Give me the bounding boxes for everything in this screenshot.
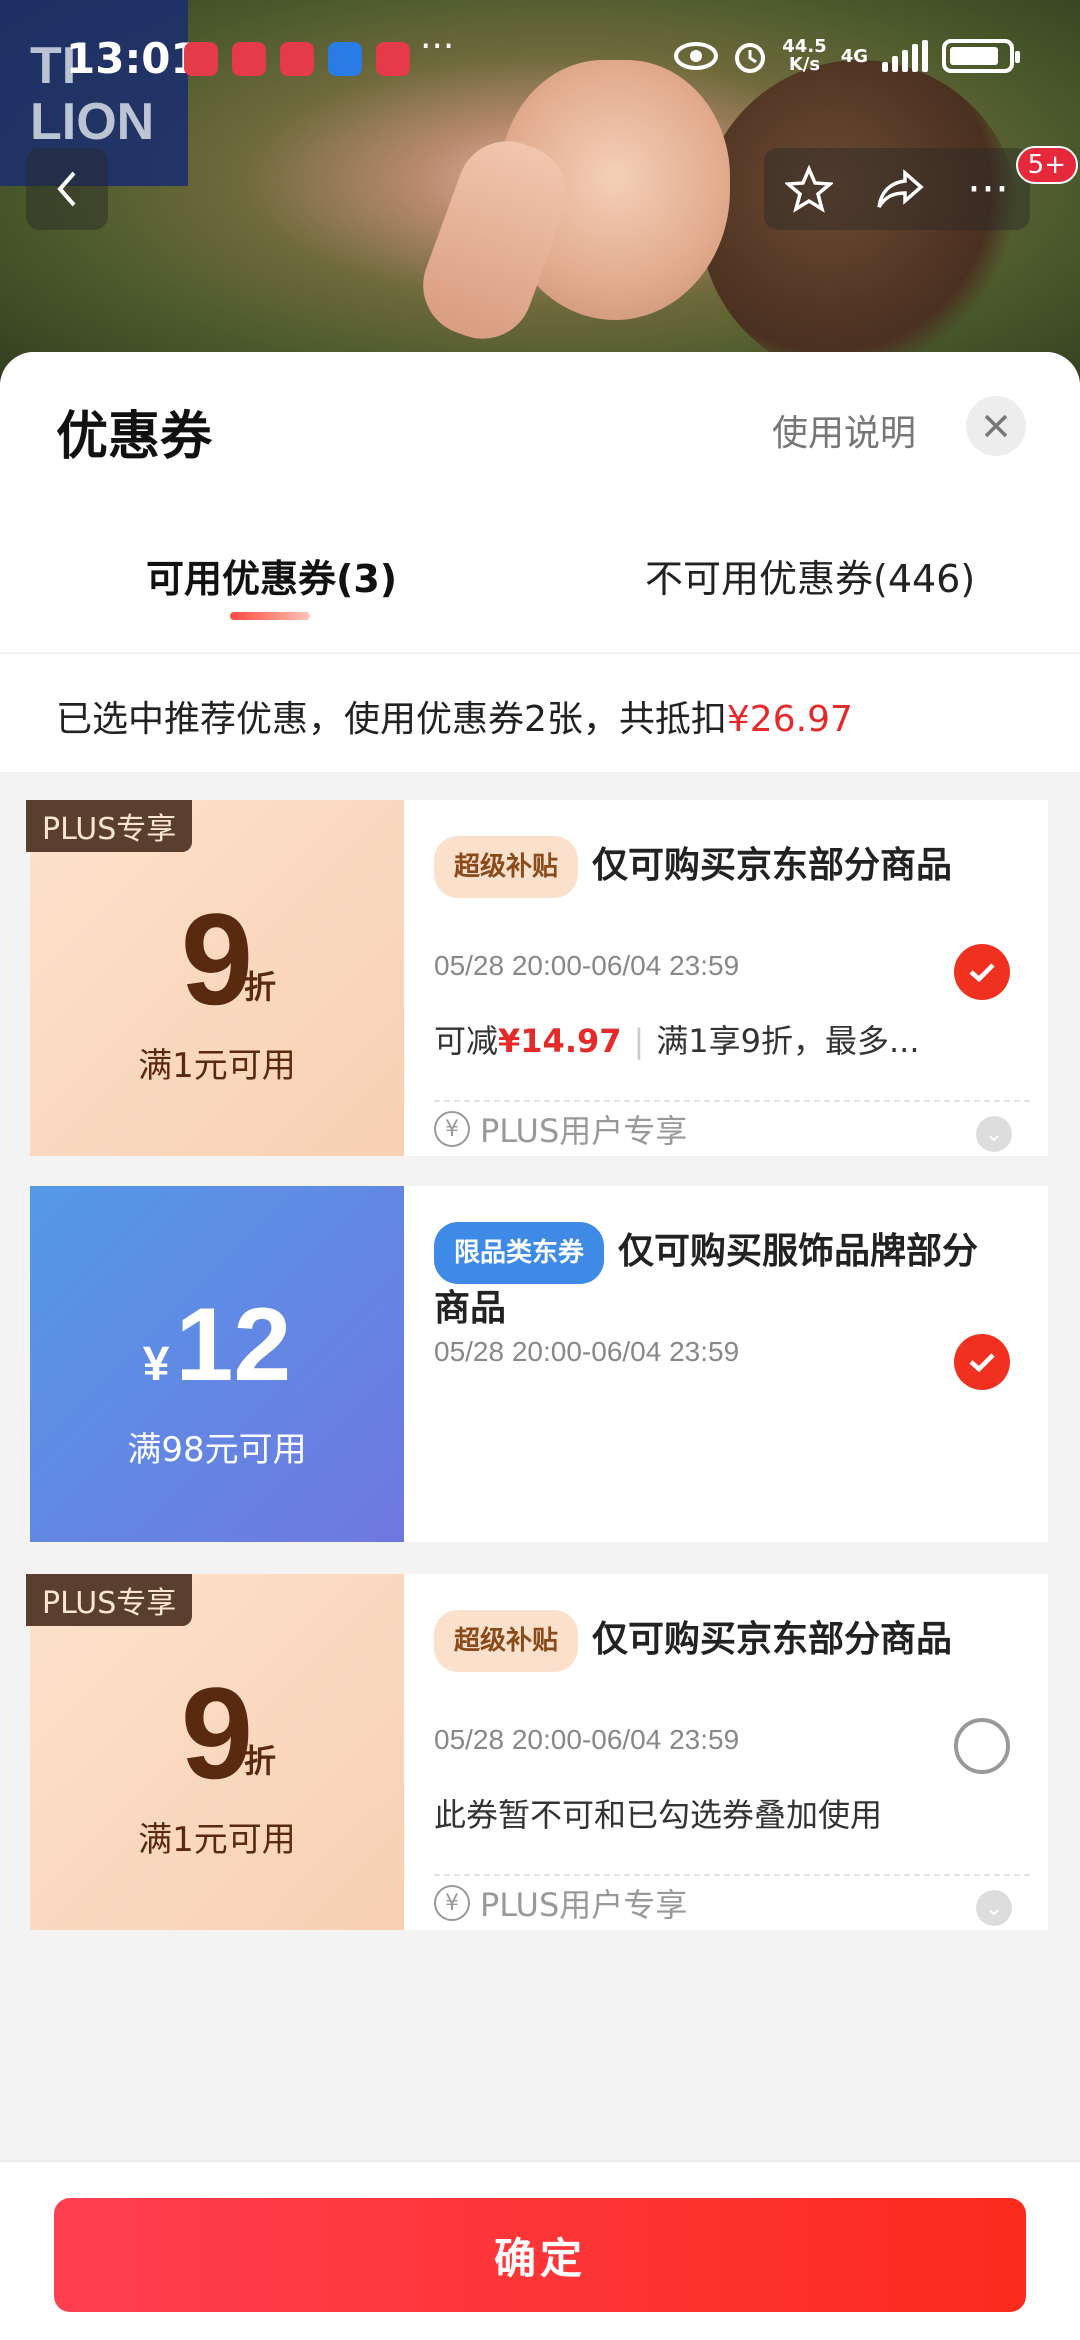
coupon-footer-label: PLUS用户专享: [480, 1112, 688, 1150]
coupon-validity: 05/28 20:00-06/04 23:59: [434, 1336, 740, 1367]
star-icon[interactable]: [785, 165, 833, 213]
signal-icon: [882, 40, 928, 72]
coupon-card[interactable]: PLUS专享 9 折 满1元可用 超级补贴 仅可购买京东部分商品 05/28 20…: [23, 1574, 1048, 1930]
more-button[interactable]: ···: [967, 164, 1009, 215]
brand-logo-line2: LION: [30, 93, 155, 151]
status-time: 13:01: [66, 34, 200, 83]
coupon-checkbox-checked[interactable]: [954, 1334, 1010, 1390]
coupon-checkbox-unchecked[interactable]: [954, 1718, 1010, 1774]
net-speed-unit: K/s: [788, 54, 821, 75]
summary-amount: ¥26.97: [726, 699, 853, 740]
notification-icons: [184, 42, 410, 76]
desc-rest: 满1享9折，最多...: [656, 1022, 920, 1060]
summary-text: 已选中推荐优惠，使用优惠券2张，共抵扣¥26.97: [56, 690, 853, 742]
eye-icon: [674, 42, 719, 70]
top-actions: ···: [764, 148, 1030, 230]
coupon-type-tag: 超级补贴: [434, 836, 579, 898]
desc-separator: |: [633, 1022, 645, 1060]
checkmark-icon: [969, 963, 995, 983]
selection-summary: 已选中推荐优惠，使用优惠券2张，共抵扣¥26.97: [0, 652, 1080, 772]
sheet-title: 优惠券: [56, 407, 213, 467]
coupon-card[interactable]: PLUS专享 9 折 满1元可用 超级补贴 仅可购买京东部分商品 05/28 20…: [23, 800, 1048, 1156]
coupon-description: 此券暂不可和已勾选券叠加使用: [434, 1796, 883, 1834]
coupon-sheet: 优惠券 使用说明 可用优惠券(3) 不可用优惠券(446) 已选中推荐优惠，使用…: [0, 352, 1080, 2340]
close-button[interactable]: [966, 396, 1026, 456]
discount-unit: 折: [244, 1742, 277, 1780]
app-notification-icon: [232, 42, 266, 76]
app-notification-icon: [376, 42, 410, 76]
sheet-header: 优惠券 使用说明 可用优惠券(3) 不可用优惠券(446): [0, 352, 1080, 652]
bottom-action-bar: 确定: [0, 2160, 1080, 2340]
status-bar: 13:01 ··· 44.5 K/s 4G: [0, 26, 1080, 96]
message-badge: 5+: [1015, 146, 1078, 184]
coupon-footer-label: PLUS用户专享: [480, 1886, 688, 1924]
coupon-type-tag: 限品类东券: [434, 1222, 605, 1284]
chevron-down-icon[interactable]: ⌄: [976, 1890, 1012, 1926]
coupon-condition: 满98元可用: [127, 1430, 307, 1470]
coupon-condition: 满1元可用: [138, 1046, 296, 1086]
discount-unit: 折: [244, 968, 277, 1006]
coupon-details: 超级补贴 仅可购买京东部分商品 05/28 20:00-06/04 23:59 此…: [404, 1574, 1048, 1930]
chevron-left-icon: [57, 171, 76, 207]
coupon-title-row: 限品类东券 仅可购买服饰品牌部分商品: [434, 1222, 988, 1334]
coupon-type-tag: 超级补贴: [434, 1610, 579, 1672]
more-notifications-icon: ···: [420, 26, 455, 67]
chevron-down-icon[interactable]: ⌄: [976, 1116, 1012, 1152]
tab-unavailable-coupons[interactable]: 不可用优惠券(446): [645, 548, 975, 603]
close-icon: [984, 414, 1008, 438]
coupon-card[interactable]: ¥12 满98元可用 限品类东券 仅可购买服饰品牌部分商品 05/28 20:00…: [23, 1186, 1048, 1542]
plus-exclusive-tag: PLUS专享: [26, 800, 193, 852]
net-speed: 44.5 K/s: [782, 38, 826, 74]
coupon-value-panel: PLUS专享 9 折 满1元可用: [23, 800, 404, 1156]
coupon-value-panel: PLUS专享 9 折 满1元可用: [23, 1574, 404, 1930]
usage-instructions-link[interactable]: 使用说明: [772, 404, 916, 456]
coupon-footer[interactable]: ¥ PLUS用户专享 ⌄: [434, 1874, 1030, 1930]
coupon-amount-value: 12: [175, 1287, 292, 1403]
battery-icon: [942, 39, 1020, 73]
yen-icon: ¥: [434, 1885, 470, 1921]
coupon-title: 仅可购买京东部分商品: [592, 1619, 953, 1660]
app-notification-icon: [280, 42, 314, 76]
desc-amount: ¥14.97: [498, 1022, 622, 1060]
back-button[interactable]: [26, 148, 108, 230]
app-notification-icon: [184, 42, 218, 76]
coupon-checkbox-checked[interactable]: [954, 944, 1010, 1000]
network-type: 4G: [840, 45, 868, 67]
active-tab-indicator: [230, 612, 310, 620]
coupon-title-row: 超级补贴 仅可购买京东部分商品: [434, 836, 988, 898]
desc-prefix: 可减: [434, 1022, 499, 1060]
confirm-button[interactable]: 确定: [54, 2198, 1026, 2312]
coupon-title-row: 超级补贴 仅可购买京东部分商品: [434, 1610, 988, 1672]
discount-value: 9: [180, 1660, 254, 1806]
coupon-condition: 满1元可用: [138, 1820, 296, 1860]
coupon-amount: ¥12: [30, 1286, 404, 1405]
coupon-title: 仅可购买京东部分商品: [592, 845, 953, 886]
summary-label: 已选中推荐优惠，使用优惠券2张，共抵扣: [56, 699, 727, 740]
tab-available-coupons[interactable]: 可用优惠券(3): [146, 548, 397, 603]
status-indicators: 44.5 K/s 4G: [674, 38, 1020, 74]
coupon-details: 限品类东券 仅可购买服饰品牌部分商品 05/28 20:00-06/04 23:5…: [404, 1186, 1048, 1542]
coupon-footer[interactable]: ¥ PLUS用户专享 ⌄: [434, 1100, 1030, 1156]
alarm-icon: [735, 43, 766, 73]
coupon-value-panel: ¥12 满98元可用: [23, 1186, 404, 1542]
yen-icon: ¥: [434, 1111, 470, 1147]
currency-symbol: ¥: [142, 1338, 170, 1391]
share-icon[interactable]: [875, 167, 925, 211]
coupon-validity: 05/28 20:00-06/04 23:59: [434, 950, 740, 981]
shield-app-icon: [328, 42, 362, 76]
coupon-validity: 05/28 20:00-06/04 23:59: [434, 1724, 740, 1755]
coupon-details: 超级补贴 仅可购买京东部分商品 05/28 20:00-06/04 23:59 可…: [404, 800, 1048, 1156]
coupon-description: 可减¥14.97 | 满1享9折，最多...: [434, 1016, 920, 1062]
plus-exclusive-tag: PLUS专享: [26, 1574, 193, 1626]
discount-value: 9: [180, 886, 254, 1032]
checkmark-icon: [969, 1353, 995, 1373]
